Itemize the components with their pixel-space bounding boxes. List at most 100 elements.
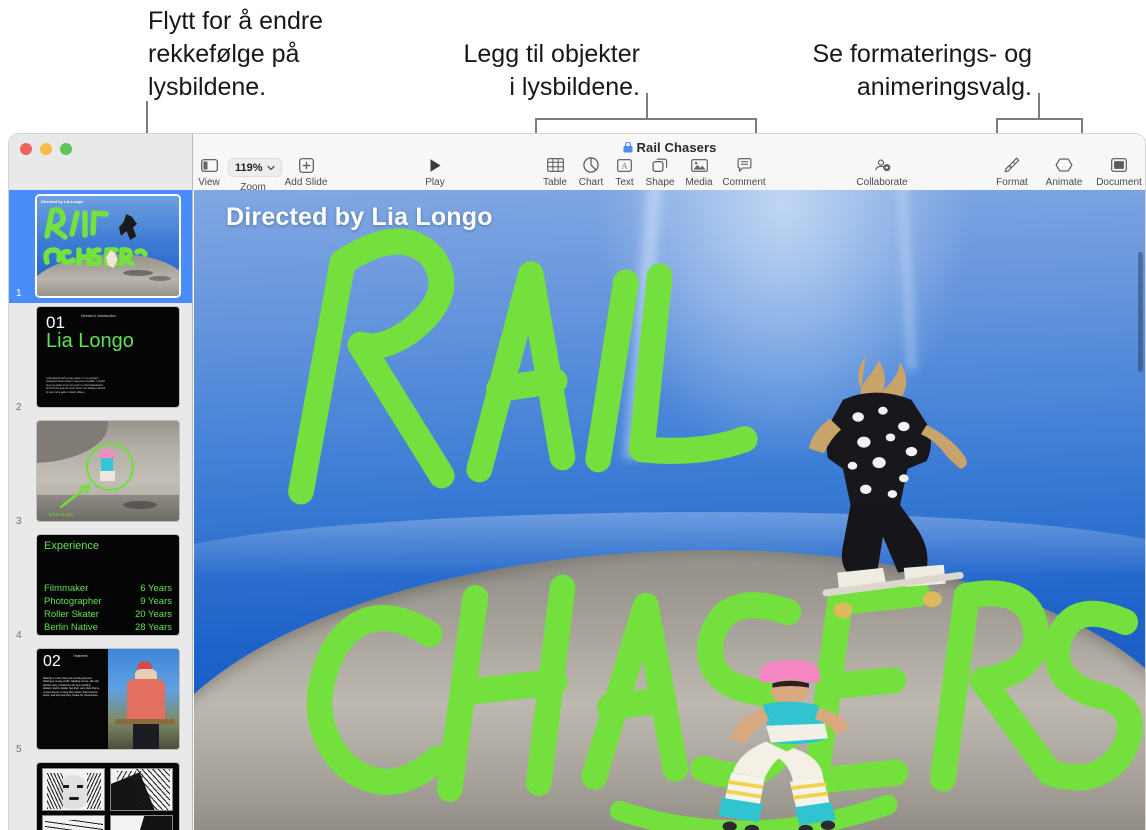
zoom-control[interactable]: 119% — [228, 158, 282, 177]
slide-thumbnail-6[interactable]: 6 — [9, 759, 192, 830]
toolbar-add-slide-label: Add Slide — [284, 177, 328, 188]
table-grid-icon — [537, 156, 573, 174]
toolbar-document-label: Document — [1096, 177, 1142, 188]
pie-chart-icon — [573, 156, 609, 174]
toolbar-format-button[interactable]: Format — [990, 156, 1034, 188]
sidebar-panel-icon — [195, 156, 223, 174]
text-box-icon: A — [609, 156, 640, 174]
toolbar-play-button[interactable]: Play — [414, 156, 456, 188]
slide-2-headline: Lia Longo — [46, 330, 134, 352]
slide-number-3: 3 — [16, 516, 22, 527]
slide-thumbnail-2[interactable]: 2 01 Director's introduction Lia Longo I… — [9, 303, 192, 417]
skater-seated — [717, 659, 860, 830]
toolbar-table-button[interactable]: Table — [537, 156, 573, 188]
toolbar-add-slide-button[interactable]: Add Slide — [283, 156, 329, 188]
screenshot-root: Flytt for å endre rekkefølge på lysbilde… — [0, 0, 1146, 830]
toolbar-animate-label: Animate — [1045, 177, 1083, 188]
window-controls[interactable] — [20, 143, 72, 155]
slide-title-overlay: Directed by Lia Longo — [226, 203, 493, 231]
maximize-button[interactable] — [60, 143, 72, 155]
slide-3-caption: (This is Lia). — [49, 512, 75, 517]
slide-1-preview: Directed by Lia Longo — [37, 196, 179, 296]
slide-thumbnail-5[interactable]: 5 02 Treatment Skating is more than just… — [9, 645, 192, 759]
slide-4-row-0-value: 6 Years — [140, 583, 172, 594]
plus-box-icon — [283, 156, 329, 174]
slide-3-preview: (This is Lia). — [37, 421, 179, 521]
person-badge-icon — [849, 156, 915, 174]
paintbrush-icon — [990, 156, 1034, 174]
slide-4-row: Filmmaker 6 Years — [44, 582, 172, 595]
toolbar-chart-label: Chart — [578, 177, 604, 188]
toolbar-view-label: View — [198, 177, 220, 188]
slide-5-body: Skating is more than just cruising aroun… — [43, 677, 100, 698]
toolbar-collaborate-button[interactable]: Collaborate — [849, 156, 915, 188]
slide-4-row-3-label: Berlin Native — [44, 622, 98, 633]
lock-icon — [623, 141, 633, 153]
slide-5-eyebrow: Treatment — [73, 654, 88, 658]
play-triangle-icon — [414, 156, 456, 174]
zoom-value: 119% — [235, 161, 263, 174]
slide-4-row: Roller Skater 20 Years — [44, 608, 172, 621]
shapes-icon — [640, 156, 680, 174]
slide-4-row: Berlin Native 28 Years — [44, 621, 172, 634]
toolbar-media-label: Media — [685, 177, 713, 188]
window-titlebar: Rail Chasers View 119% Zoom Add Slide Pl… — [9, 134, 1145, 193]
callout-format-animate: Se formaterings- og animeringsvalg. — [812, 40, 1032, 101]
slide-number-5: 5 — [16, 744, 22, 755]
slide-4-row-0-label: Filmmaker — [44, 583, 89, 594]
speech-bubble-icon — [718, 156, 770, 174]
toolbar-table-label: Table — [543, 177, 567, 188]
current-slide: Directed by Lia Longo — [194, 190, 1145, 830]
toolbar-document-button[interactable]: Document — [1091, 156, 1145, 188]
leader-stem-add-objects — [646, 93, 648, 120]
toolbar-comment-label: Comment — [722, 177, 766, 188]
skater-airborne — [784, 351, 974, 634]
toolbar-text-button[interactable]: A Text — [609, 156, 640, 188]
slide-thumbnail-1[interactable]: 1 Directed by Lia Longo — [9, 190, 192, 303]
chevron-down-icon — [266, 165, 275, 171]
slide-navigator[interactable]: 1 Directed by Lia Longo 2 01 Director's … — [9, 190, 193, 830]
slide-number-4: 4 — [16, 630, 22, 641]
leader-bracket-add-objects — [535, 118, 757, 134]
slide-4-row-1-value: 9 Years — [140, 596, 172, 607]
slide-4-row-1-label: Photographer — [44, 596, 102, 607]
toolbar-play-label: Play — [425, 177, 445, 188]
document-panel-icon — [1091, 156, 1145, 174]
toolbar-collaborate-label: Collaborate — [856, 177, 908, 188]
svg-text:A: A — [622, 161, 628, 170]
slide-5-big-number: 02 — [43, 653, 61, 670]
document-title-bar: Rail Chasers — [194, 140, 1145, 155]
slide-4-preview: Experience Filmmaker 6 Years Photographe… — [37, 535, 179, 635]
leader-bracket-format-animate — [996, 118, 1083, 134]
canvas-scrollbar[interactable] — [1138, 252, 1143, 372]
toolbar-text-label: Text — [615, 177, 634, 188]
keynote-window: Rail Chasers View 119% Zoom Add Slide Pl… — [8, 133, 1146, 830]
slide-5-preview: 02 Treatment Skating is more than just c… — [37, 649, 179, 749]
photo-icon — [680, 156, 718, 174]
toolbar-shape-label: Shape — [645, 177, 675, 188]
slide-canvas[interactable]: Directed by Lia Longo — [194, 190, 1145, 830]
toolbar-animate-button[interactable]: Animate — [1039, 156, 1089, 188]
diamond-icon — [1039, 156, 1089, 174]
slide-6-preview — [37, 763, 179, 830]
minimize-button[interactable] — [40, 143, 52, 155]
toolbar-media-button[interactable]: Media — [680, 156, 718, 188]
slide-2-body: It all started with a ramp down in my fa… — [46, 377, 106, 394]
document-title-text: Rail Chasers — [636, 140, 717, 155]
leader-stem-format-animate — [1038, 93, 1040, 120]
slide-number-1: 1 — [16, 288, 22, 299]
toolbar-chart-button[interactable]: Chart — [573, 156, 609, 188]
slide-thumbnail-4[interactable]: 4 Experience Filmmaker 6 Years Photograp… — [9, 531, 192, 645]
slide-4-heading: Experience — [44, 540, 100, 552]
slide-thumbnail-3[interactable]: 3 (This is Lia). — [9, 417, 192, 531]
callout-add-objects: Legg til objekter i lysbildene. — [463, 40, 640, 101]
toolbar-view-button[interactable]: View — [195, 156, 223, 188]
toolbar-shape-button[interactable]: Shape — [640, 156, 680, 188]
toolbar-format-label: Format — [996, 177, 1028, 188]
toolbar-comment-button[interactable]: Comment — [718, 156, 770, 188]
close-button[interactable] — [20, 143, 32, 155]
slide-4-row: Photographer 9 Years — [44, 595, 172, 608]
slide-4-row-2-label: Roller Skater — [44, 609, 99, 620]
slide-2-eyebrow: Director's introduction — [81, 314, 116, 318]
slide-number-2: 2 — [16, 402, 22, 413]
